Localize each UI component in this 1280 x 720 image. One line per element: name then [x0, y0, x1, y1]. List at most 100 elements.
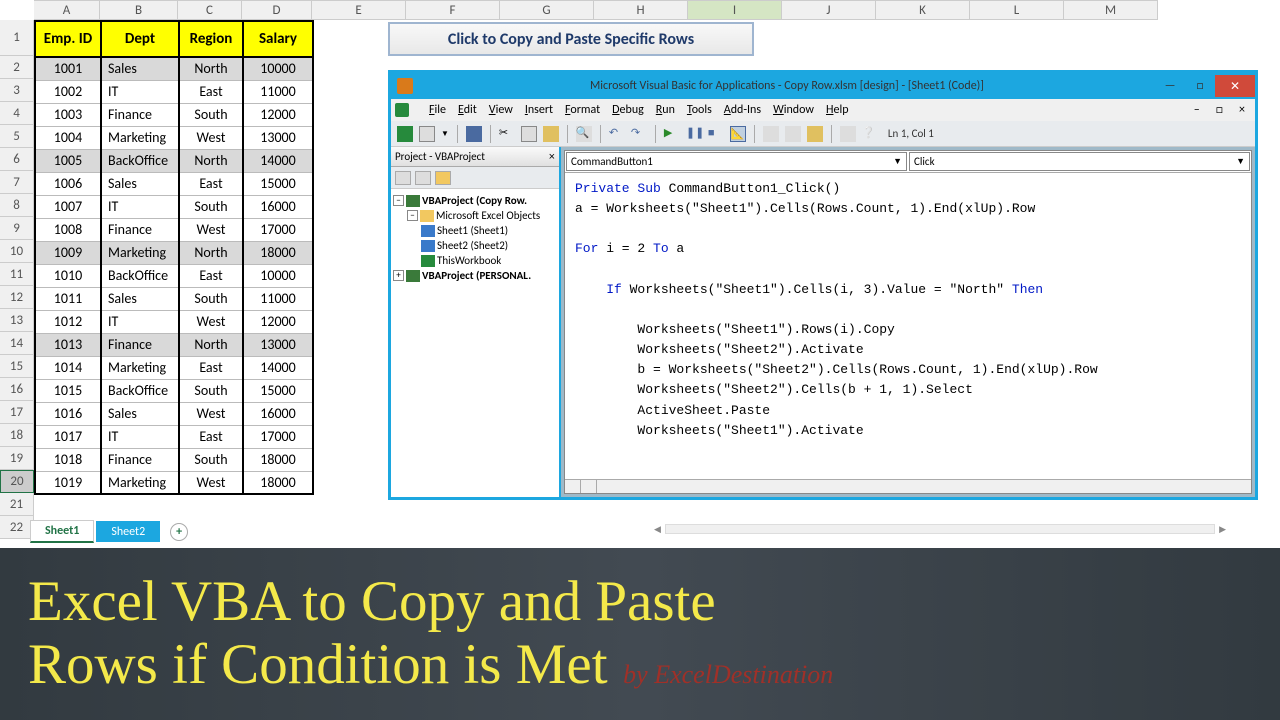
row-header[interactable]: 21	[0, 493, 34, 516]
row-header[interactable]: 5	[0, 125, 34, 148]
table-row[interactable]: 1003FinanceSouth12000	[35, 103, 313, 126]
sheet-tab-sheet2[interactable]: Sheet2	[96, 521, 160, 542]
expand-icon[interactable]: +	[393, 270, 404, 281]
row-header[interactable]: 16	[0, 378, 34, 401]
project-explorer-icon[interactable]	[763, 126, 779, 142]
stop-icon[interactable]: ■	[708, 126, 724, 142]
table-row[interactable]: 1009MarketingNorth18000	[35, 241, 313, 264]
row-header[interactable]: 18	[0, 424, 34, 447]
procedure-dropdown[interactable]: Click▼	[909, 152, 1250, 171]
table-row[interactable]: 1010BackOfficeEast10000	[35, 264, 313, 287]
paste-icon[interactable]	[543, 126, 559, 142]
row-header[interactable]: 4	[0, 102, 34, 125]
properties-icon[interactable]	[785, 126, 801, 142]
table-row[interactable]: 1019MarketingWest18000	[35, 471, 313, 494]
table-row[interactable]: 1014MarketingEast14000	[35, 356, 313, 379]
table-row[interactable]: 1018FinanceSouth18000	[35, 448, 313, 471]
menu-window[interactable]: Window	[767, 101, 820, 119]
row-header[interactable]: 17	[0, 401, 34, 424]
object-browser-icon[interactable]	[807, 126, 823, 142]
column-header[interactable]: G	[500, 1, 594, 20]
insert-icon[interactable]	[419, 126, 435, 142]
scroll-right-icon[interactable]: ▶	[1215, 524, 1230, 535]
help-icon[interactable]: ❔	[862, 126, 878, 142]
code-editor[interactable]: CommandButton1▼ Click▼ Private Sub Comma…	[564, 150, 1252, 494]
row-header[interactable]: 11	[0, 263, 34, 286]
add-sheet-button[interactable]: +	[170, 523, 188, 541]
column-header[interactable]: F	[406, 1, 500, 20]
table-row[interactable]: 1006SalesEast15000	[35, 172, 313, 195]
close-button[interactable]: ✕	[1215, 75, 1255, 97]
procedure-view-icon[interactable]	[565, 480, 581, 493]
row-header[interactable]: 22	[0, 516, 34, 539]
pause-icon[interactable]: ❚❚	[686, 126, 702, 142]
column-header[interactable]: E	[312, 1, 406, 20]
column-header[interactable]: B	[100, 1, 178, 20]
menu-help[interactable]: Help	[820, 101, 855, 119]
sheet-tab-sheet1[interactable]: Sheet1	[30, 520, 94, 543]
table-row[interactable]: 1017ITEast17000	[35, 425, 313, 448]
row-header[interactable]: 14	[0, 332, 34, 355]
table-row[interactable]: 1015BackOfficeSouth15000	[35, 379, 313, 402]
dropdown-arrow-icon[interactable]: ▼	[441, 129, 449, 139]
full-module-view-icon[interactable]	[581, 480, 597, 493]
menu-file[interactable]: File	[423, 101, 452, 119]
row-header[interactable]: 13	[0, 309, 34, 332]
menu-add-ins[interactable]: Add-Ins	[718, 101, 767, 119]
table-row[interactable]: 1002ITEast11000	[35, 80, 313, 103]
view-excel-icon[interactable]	[397, 126, 413, 142]
column-header[interactable]: L	[970, 1, 1064, 20]
run-icon[interactable]: ▶	[664, 126, 680, 142]
table-row[interactable]: 1007ITSouth16000	[35, 195, 313, 218]
row-header[interactable]: 19	[0, 447, 34, 470]
menu-run[interactable]: Run	[650, 101, 681, 119]
table-row[interactable]: 1013FinanceNorth13000	[35, 333, 313, 356]
row-header[interactable]: 1	[0, 20, 34, 56]
redo-icon[interactable]: ↷	[631, 126, 647, 142]
copy-icon[interactable]	[521, 126, 537, 142]
collapse-icon[interactable]: −	[393, 195, 404, 206]
find-icon[interactable]: 🔍	[576, 126, 592, 142]
cut-icon[interactable]: ✂	[499, 126, 515, 142]
row-header[interactable]: 12	[0, 286, 34, 309]
project-tree[interactable]: −VBAProject (Copy Row. −Microsoft Excel …	[391, 189, 559, 497]
row-header[interactable]: 15	[0, 355, 34, 378]
row-header[interactable]: 8	[0, 194, 34, 217]
copy-rows-button[interactable]: Click to Copy and Paste Specific Rows	[388, 22, 754, 56]
view-code-icon[interactable]	[395, 171, 411, 185]
row-header[interactable]: 6	[0, 148, 34, 171]
table-row[interactable]: 1016SalesWest16000	[35, 402, 313, 425]
column-header[interactable]: D	[242, 1, 312, 20]
horizontal-scrollbar[interactable]: ◀ ▶	[650, 522, 1230, 536]
design-mode-icon[interactable]: 📐	[730, 126, 746, 142]
doc-close-icon[interactable]: ×	[1233, 101, 1251, 119]
column-header[interactable]: J	[782, 1, 876, 20]
table-row[interactable]: 1012ITWest12000	[35, 310, 313, 333]
excel-icon[interactable]	[395, 103, 409, 117]
toolbox-icon[interactable]	[840, 126, 856, 142]
table-row[interactable]: 1005BackOfficeNorth14000	[35, 149, 313, 172]
save-icon[interactable]	[466, 126, 482, 142]
toggle-folders-icon[interactable]	[435, 171, 451, 185]
view-object-icon[interactable]	[415, 171, 431, 185]
column-header[interactable]: A	[34, 1, 100, 20]
column-header[interactable]: M	[1064, 1, 1158, 20]
menu-insert[interactable]: Insert	[519, 101, 559, 119]
undo-icon[interactable]: ↶	[609, 126, 625, 142]
table-row[interactable]: 1004MarketingWest13000	[35, 126, 313, 149]
column-header[interactable]: C	[178, 1, 242, 20]
column-header[interactable]: I	[688, 1, 782, 20]
row-header[interactable]: 9	[0, 217, 34, 240]
row-header[interactable]: 20	[0, 470, 34, 493]
column-header[interactable]: K	[876, 1, 970, 20]
table-row[interactable]: 1011SalesSouth11000	[35, 287, 313, 310]
table-row[interactable]: 1008FinanceWest17000	[35, 218, 313, 241]
scroll-left-icon[interactable]: ◀	[650, 524, 665, 535]
object-dropdown[interactable]: CommandButton1▼	[566, 152, 907, 171]
doc-restore-icon[interactable]: □	[1210, 101, 1229, 119]
row-header[interactable]: 7	[0, 171, 34, 194]
project-close-icon[interactable]: ×	[549, 151, 555, 163]
row-header[interactable]: 3	[0, 79, 34, 102]
menu-format[interactable]: Format	[559, 101, 606, 119]
menu-edit[interactable]: Edit	[452, 101, 483, 119]
